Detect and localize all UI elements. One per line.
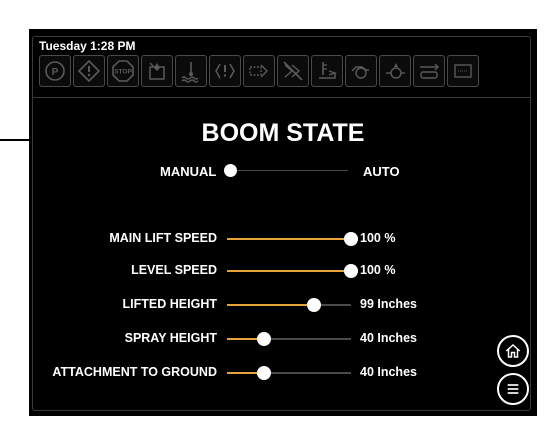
- hydraulic-disabled-icon[interactable]: [277, 55, 309, 87]
- home-icon: [505, 343, 521, 358]
- slider-fill: [227, 304, 314, 306]
- main-lift-speed-slider[interactable]: [227, 232, 358, 246]
- filter-icon[interactable]: [413, 55, 445, 87]
- transmission-icon[interactable]: [209, 55, 241, 87]
- setting-label: ATTACHMENT TO GROUND: [52, 365, 217, 379]
- gauge-box-icon[interactable]: [447, 55, 479, 87]
- status-icon-bar: P STOP: [39, 55, 479, 87]
- stop-icon[interactable]: STOP: [107, 55, 139, 87]
- setting-label: LIFTED HEIGHT: [122, 297, 217, 311]
- slider-knob[interactable]: [306, 298, 321, 312]
- boom-state-toggle[interactable]: MANUAL AUTO: [29, 161, 537, 181]
- oil-pressure-icon[interactable]: [379, 55, 411, 87]
- home-button[interactable]: [497, 335, 529, 367]
- setting-row-lifted-height: LIFTED HEIGHT 99 Inches: [29, 295, 537, 315]
- setting-value: 40 Inches: [360, 365, 417, 379]
- menu-button[interactable]: [497, 373, 529, 405]
- slider-knob[interactable]: [257, 366, 272, 380]
- display-screen: Tuesday 1:28 PM P STOP BOOM STATE MANUAL…: [29, 29, 537, 416]
- level-speed-slider[interactable]: [227, 264, 358, 278]
- parking-brake-icon[interactable]: P: [39, 55, 71, 87]
- auto-label: AUTO: [363, 164, 400, 179]
- fuel-icon[interactable]: [141, 55, 173, 87]
- spray-height-slider[interactable]: [227, 332, 351, 346]
- setting-value: 99 Inches: [360, 297, 417, 311]
- datetime: Tuesday 1:28 PM: [39, 39, 136, 53]
- setting-label: SPRAY HEIGHT: [124, 331, 217, 345]
- lifted-height-slider[interactable]: [227, 298, 351, 312]
- setting-row-attachment-to-ground: ATTACHMENT TO GROUND 40 Inches: [29, 363, 537, 383]
- setting-label: MAIN LIFT SPEED: [109, 231, 217, 245]
- setting-row-level-speed: LEVEL SPEED 100 %: [29, 261, 537, 281]
- coolant-temp-icon[interactable]: [175, 55, 207, 87]
- slider-knob[interactable]: [344, 232, 358, 246]
- boom-state-knob[interactable]: [224, 164, 237, 177]
- slider-fill: [227, 270, 351, 272]
- stop-icon-text: STOP: [114, 69, 132, 76]
- setting-value: 100 %: [360, 231, 396, 245]
- menu-icon: [507, 384, 519, 394]
- svg-text:P: P: [52, 67, 59, 78]
- engine-icon[interactable]: [345, 55, 377, 87]
- oil-level-icon[interactable]: [311, 55, 343, 87]
- screen-frame: Tuesday 1:28 PM P STOP: [32, 36, 531, 411]
- setting-row-main-lift-speed: MAIN LIFT SPEED 100 %: [29, 229, 537, 249]
- attachment-to-ground-slider[interactable]: [227, 366, 351, 380]
- setting-label: LEVEL SPEED: [131, 263, 217, 277]
- slider-knob[interactable]: [344, 264, 358, 278]
- setting-value: 40 Inches: [360, 331, 417, 345]
- slider-fill: [227, 238, 351, 240]
- setting-row-spray-height: SPRAY HEIGHT 40 Inches: [29, 329, 537, 349]
- slider-knob[interactable]: [257, 332, 272, 346]
- boom-state-title: BOOM STATE: [201, 119, 365, 147]
- status-header: Tuesday 1:28 PM P STOP: [33, 37, 530, 98]
- boom-state-track[interactable]: [224, 170, 348, 171]
- hydraulic-icon[interactable]: [243, 55, 275, 87]
- manual-label: MANUAL: [160, 164, 217, 179]
- warning-icon[interactable]: [73, 55, 105, 87]
- setting-value: 100 %: [360, 263, 396, 277]
